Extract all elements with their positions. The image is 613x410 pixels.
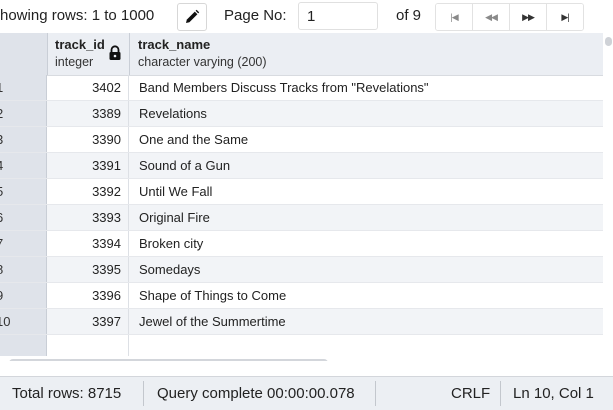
table-row[interactable]: 6 3393 Original Fire: [0, 205, 613, 231]
horizontal-scroll-thumb[interactable]: [9, 359, 328, 361]
query-status: Query complete 00:00:00.078: [157, 385, 355, 402]
status-divider: [500, 381, 501, 406]
track-id-cell[interactable]: 3393: [47, 205, 129, 230]
track-id-cell[interactable]: 3392: [47, 179, 129, 204]
first-page-icon: |◀: [450, 11, 458, 22]
track-name-cell[interactable]: One and the Same: [130, 127, 600, 152]
row-number-cell[interactable]: 7: [0, 231, 47, 256]
row-number-cell[interactable]: 10: [0, 309, 47, 334]
next-page-icon: ▶▶: [522, 11, 535, 22]
page-count-label: of 9: [396, 7, 422, 24]
showing-rows-label: howing rows: 1 to 1000: [0, 7, 155, 24]
page-number-input[interactable]: [298, 2, 378, 30]
pencil-icon: [186, 9, 200, 23]
status-divider: [143, 381, 144, 406]
data-output-grid: track_id integer track_name character va…: [0, 33, 613, 361]
column-name: track_name: [138, 37, 211, 52]
row-number-cell[interactable]: 8: [0, 257, 47, 282]
vertical-scroll-thumb[interactable]: [605, 37, 612, 46]
track-id-cell[interactable]: 3396: [47, 283, 129, 308]
track-name-cell[interactable]: Until We Fall: [130, 179, 600, 204]
results-toolbar: howing rows: 1 to 1000 Page No: of 9 |◀ …: [0, 0, 613, 33]
next-page-button[interactable]: ▶▶: [510, 4, 547, 30]
row-number-cell[interactable]: 1: [0, 75, 47, 100]
table-row[interactable]: 2 3389 Revelations: [0, 101, 613, 127]
row-number-header[interactable]: [0, 33, 48, 75]
row-number-cell[interactable]: 5: [0, 179, 47, 204]
column-type: character varying (200): [138, 55, 267, 69]
row-number-cell[interactable]: 9: [0, 283, 47, 308]
table-row[interactable]: 8 3395 Somedays: [0, 257, 613, 283]
row-number-cell[interactable]: 3: [0, 127, 47, 152]
track-id-cell[interactable]: 3391: [47, 153, 129, 178]
track-name-cell[interactable]: Jewel of the Summertime: [130, 309, 600, 334]
line-ending-status: CRLF: [451, 385, 491, 402]
track-name-cell[interactable]: Band Members Discuss Tracks from "Revela…: [130, 75, 600, 100]
track-id-cell[interactable]: 3389: [47, 101, 129, 126]
row-number-cell[interactable]: 2: [0, 101, 47, 126]
table-row[interactable]: 10 3397 Jewel of the Summertime: [0, 309, 613, 335]
table-row[interactable]: 9 3396 Shape of Things to Come: [0, 283, 613, 309]
horizontal-scrollbar[interactable]: [0, 356, 603, 361]
track-name-cell[interactable]: Original Fire: [130, 205, 600, 230]
track-name-cell[interactable]: Broken city: [130, 231, 600, 256]
row-number-cell[interactable]: 4: [0, 153, 47, 178]
track-name-cell[interactable]: Shape of Things to Come: [130, 283, 600, 308]
table-row[interactable]: 5 3392 Until We Fall: [0, 179, 613, 205]
column-header-track-name[interactable]: track_name character varying (200): [130, 33, 600, 75]
track-id-cell[interactable]: 3397: [47, 309, 129, 334]
previous-page-icon: ◀◀: [485, 11, 498, 22]
table-row[interactable]: 3 3390 One and the Same: [0, 127, 613, 153]
track-name-cell[interactable]: Sound of a Gun: [130, 153, 600, 178]
track-id-cell[interactable]: 3402: [47, 75, 129, 100]
edit-rows-button[interactable]: [177, 3, 207, 31]
status-divider: [375, 381, 376, 406]
pagination-controls: |◀ ◀◀ ▶▶ ▶|: [435, 3, 584, 31]
table-row[interactable]: 4 3391 Sound of a Gun: [0, 153, 613, 179]
track-id-cell[interactable]: 3395: [47, 257, 129, 282]
track-name-cell[interactable]: Somedays: [130, 257, 600, 282]
vertical-scrollbar[interactable]: [603, 33, 613, 361]
row-number-cell[interactable]: 6: [0, 205, 47, 230]
track-name-cell[interactable]: Revelations: [130, 101, 600, 126]
column-name: track_id: [55, 37, 105, 52]
table-row[interactable]: 1 3402 Band Members Discuss Tracks from …: [0, 75, 613, 101]
last-page-icon: ▶|: [561, 11, 569, 22]
track-id-cell[interactable]: 3394: [47, 231, 129, 256]
column-type: integer: [55, 55, 94, 69]
table-row[interactable]: 7 3394 Broken city: [0, 231, 613, 257]
total-rows-status: Total rows: 8715: [12, 385, 122, 402]
first-page-button[interactable]: |◀: [436, 4, 473, 30]
cursor-position-status: Ln 10, Col 1: [513, 385, 594, 402]
previous-page-button[interactable]: ◀◀: [473, 4, 510, 30]
lock-icon: [109, 45, 121, 60]
page-no-label: Page No:: [224, 7, 287, 24]
last-page-button[interactable]: ▶|: [547, 4, 583, 30]
column-header-track-id[interactable]: track_id integer: [47, 33, 130, 75]
status-bar: Total rows: 8715 Query complete 00:00:00…: [0, 376, 613, 410]
track-id-cell[interactable]: 3390: [47, 127, 129, 152]
grid-header: track_id integer track_name character va…: [0, 33, 613, 76]
